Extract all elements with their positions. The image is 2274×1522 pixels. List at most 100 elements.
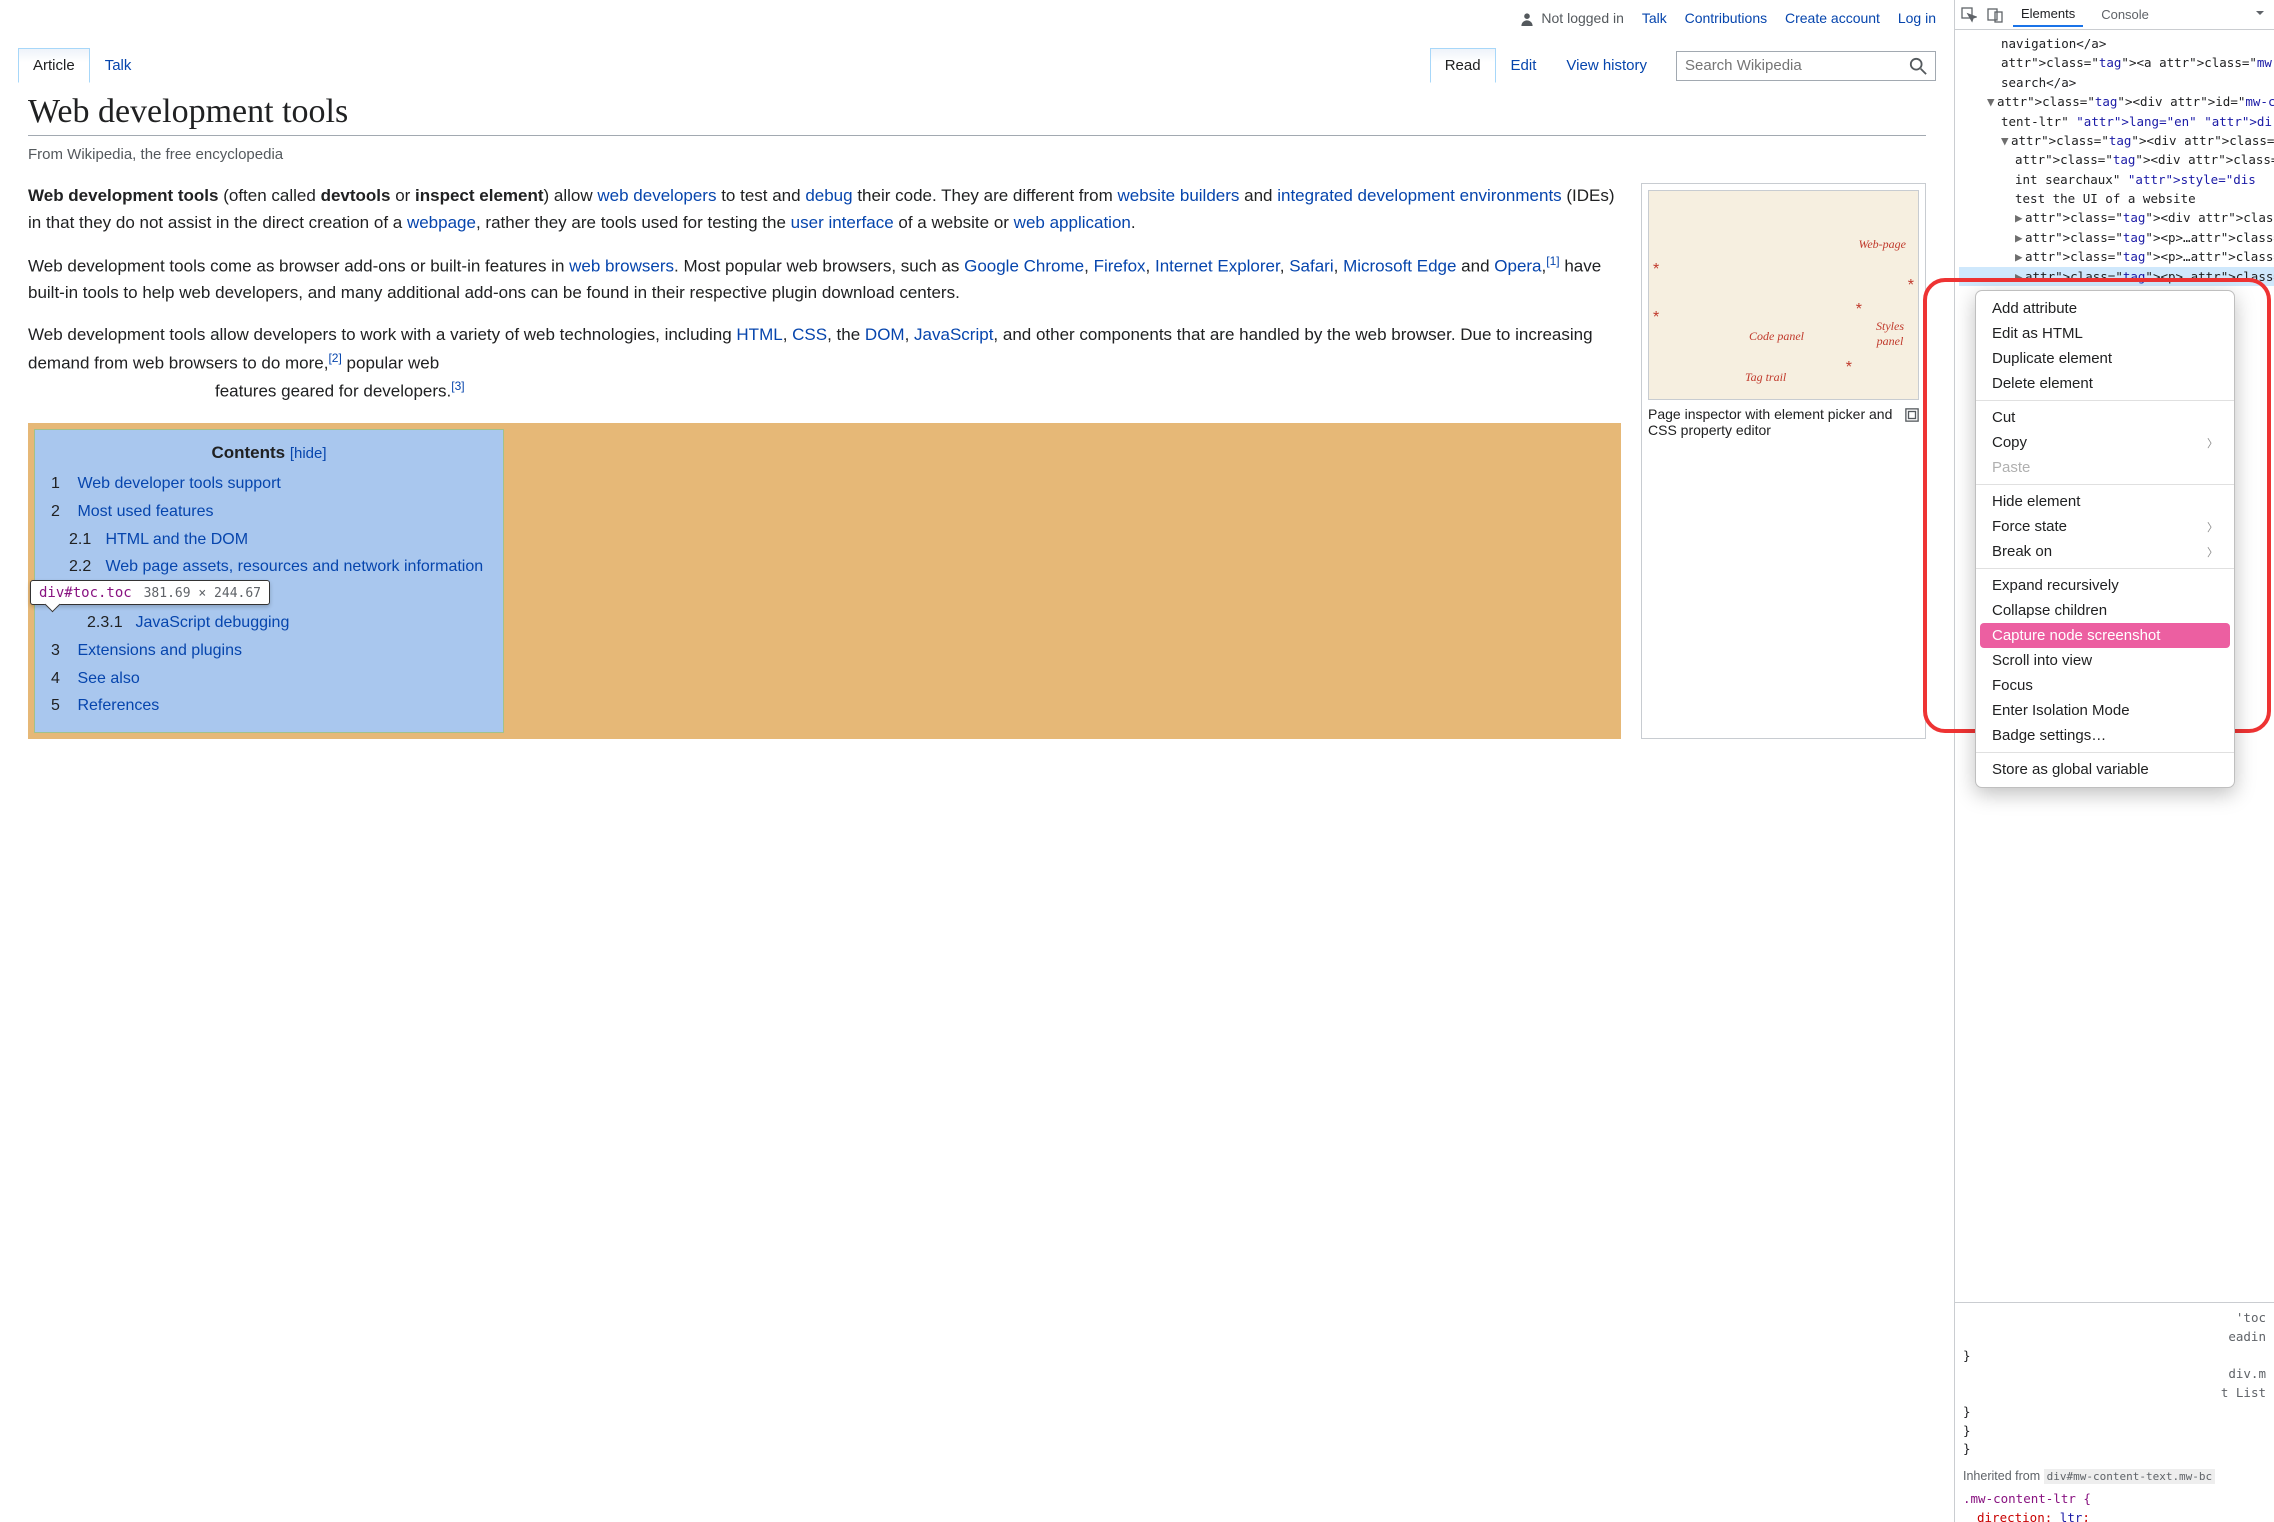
context-menu-item[interactable]: Store as global variable [1976, 757, 2234, 782]
link-edge[interactable]: Microsoft Edge [1343, 257, 1456, 276]
context-menu-item[interactable]: Copy〉 [1976, 430, 2234, 455]
not-logged-in-label: Not logged in [1541, 10, 1624, 26]
dom-tree-line[interactable]: search</a> [1959, 73, 2274, 92]
search-box[interactable] [1676, 51, 1936, 81]
toc-item[interactable]: 4 See also [51, 667, 487, 692]
article-text: Web development tools (often called devt… [28, 183, 1621, 739]
toc-item[interactable]: 2.2 Web page assets, resources and netwo… [51, 555, 487, 580]
content-area: Web development tools From Wikipedia, th… [0, 93, 1954, 739]
toc-heading: Contents [hide] [51, 440, 487, 466]
link-firefox[interactable]: Firefox [1094, 257, 1146, 276]
link-web-application[interactable]: web application [1014, 213, 1131, 232]
context-menu-item[interactable]: Badge settings… [1976, 723, 2234, 748]
dom-tree-line[interactable]: ▶attr">class="tag"><p>…attr">class="tag"… [1959, 267, 2274, 286]
link-ie[interactable]: Internet Explorer [1155, 257, 1280, 276]
search-input[interactable] [1685, 57, 1909, 74]
link-opera[interactable]: Opera [1494, 257, 1541, 276]
thumbnail-caption: Page inspector with element picker and C… [1648, 406, 1899, 438]
dom-tree-line[interactable]: tent-ltr" "attr">lang="en" "attr">dir="l… [1959, 112, 2274, 131]
link-user-interface[interactable]: user interface [791, 213, 894, 232]
toc-item[interactable]: 2.3.1 JavaScript debugging [51, 611, 487, 636]
user-bar: Not logged in Talk Contributions Create … [0, 0, 1954, 26]
userbar-link-contributions[interactable]: Contributions [1685, 10, 1768, 26]
userbar-link-talk[interactable]: Talk [1642, 10, 1667, 26]
link-google-chrome[interactable]: Google Chrome [964, 257, 1084, 276]
styles-frag-1: 'toc [1963, 1309, 2266, 1328]
search-icon[interactable] [1909, 57, 1927, 75]
styles-pane[interactable]: 'toc eadin } div.m t List } } } Inherite… [1955, 1302, 2274, 1522]
namespace-tabs: Article Talk [18, 48, 146, 83]
context-menu-item[interactable]: Expand recursively [1976, 573, 2234, 598]
ref-1[interactable]: [1] [1546, 254, 1559, 268]
context-menu-item[interactable]: Hide element [1976, 489, 2234, 514]
wikipedia-page: Not logged in Talk Contributions Create … [0, 0, 1954, 1522]
dom-tree-line[interactable]: test the UI of a website [1959, 189, 2274, 208]
context-menu-item[interactable]: Duplicate element [1976, 346, 2234, 371]
expand-icon[interactable] [1905, 408, 1919, 422]
dom-tree-line[interactable]: ▶attr">class="tag"><div attr">class="thu… [1959, 208, 2274, 227]
tab-edit[interactable]: Edit [1496, 48, 1552, 83]
styles-frag-4: t List [1963, 1384, 2266, 1403]
dom-tree-line[interactable]: ▶attr">class="tag"><p>…attr">class="tag"… [1959, 247, 2274, 266]
link-debug[interactable]: debug [805, 186, 852, 205]
dom-tree-line[interactable]: attr">class="tag"><div attr">class="shor… [1959, 150, 2274, 169]
tab-talk[interactable]: Talk [90, 48, 147, 83]
paragraph-3: Web development tools allow developers t… [28, 322, 1621, 404]
link-css[interactable]: CSS [792, 325, 827, 344]
devtools-tab-console[interactable]: Console [2093, 3, 2157, 26]
tab-article[interactable]: Article [18, 48, 90, 83]
thumbnail-image[interactable]: Web-page Code panel Styles panel Tag tra… [1648, 190, 1919, 400]
context-menu-item: Paste [1976, 455, 2234, 480]
userbar-link-log-in[interactable]: Log in [1898, 10, 1936, 26]
inherited-selector[interactable]: div#mw-content-text.mw-bc [2044, 1469, 2216, 1484]
dom-tree-line[interactable]: int searchaux" "attr">style="dis [1959, 170, 2274, 189]
toc-item[interactable]: 2.1 HTML and the DOM [51, 528, 487, 553]
styles-frag-3: div.m [1963, 1365, 2266, 1384]
link-dom[interactable]: DOM [865, 325, 905, 344]
inspector-tooltip: div#toc.toc 381.69 × 244.67 [30, 580, 270, 605]
toc-toggle[interactable]: [hide] [290, 445, 327, 462]
context-menu-item[interactable]: Break on〉 [1976, 539, 2234, 564]
link-web-developers[interactable]: web developers [597, 186, 716, 205]
context-menu: Add attributeEdit as HTMLDuplicate eleme… [1975, 290, 2235, 788]
device-icon[interactable] [1987, 7, 2003, 23]
context-menu-item[interactable]: Delete element [1976, 371, 2234, 396]
thumb-label-styles: Styles panel [1868, 319, 1912, 349]
dom-tree-line[interactable]: navigation</a> [1959, 34, 2274, 53]
styles-brace: } [1963, 1440, 2266, 1459]
css-prop[interactable]: direction: ltr; [1977, 1509, 2266, 1522]
toc-item[interactable]: 5 References [51, 694, 487, 719]
context-menu-item[interactable]: Enter Isolation Mode [1976, 698, 2234, 723]
devtools-more-icon[interactable] [2252, 5, 2268, 24]
link-webpage[interactable]: webpage [407, 213, 476, 232]
context-menu-item[interactable]: Edit as HTML [1976, 321, 2234, 346]
dom-tree-line[interactable]: ▼attr">class="tag"><div attr">class="mw-… [1959, 131, 2274, 150]
context-menu-item[interactable]: Collapse children [1976, 598, 2234, 623]
dom-tree-line[interactable]: attr">class="tag"><a attr">class="mw-jum… [1959, 53, 2274, 72]
context-menu-item[interactable]: Add attribute [1976, 296, 2234, 321]
devtools-tab-elements[interactable]: Elements [2013, 2, 2083, 27]
tab-read[interactable]: Read [1430, 48, 1496, 83]
link-javascript[interactable]: JavaScript [914, 325, 993, 344]
link-ide[interactable]: integrated development environments [1277, 186, 1561, 205]
toc-item[interactable]: 3 Extensions and plugins [51, 639, 487, 664]
link-web-browsers[interactable]: web browsers [569, 257, 674, 276]
link-safari[interactable]: Safari [1289, 257, 1333, 276]
toc-item[interactable]: 1 Web developer tools support [51, 472, 487, 497]
userbar-link-create-account[interactable]: Create account [1785, 10, 1880, 26]
tab-view-history[interactable]: View history [1551, 48, 1662, 83]
paragraph-1: Web development tools (often called devt… [28, 183, 1621, 236]
ref-2[interactable]: [2] [328, 351, 341, 365]
inspect-icon[interactable] [1961, 7, 1977, 23]
context-menu-item[interactable]: Cut [1976, 405, 2234, 430]
link-html[interactable]: HTML [736, 325, 782, 344]
toc-item[interactable]: 2 Most used features [51, 500, 487, 525]
dom-tree-line[interactable]: ▼attr">class="tag"><div attr">id="mw-con… [1959, 92, 2274, 111]
context-menu-item[interactable]: Capture node screenshot [1980, 623, 2230, 648]
context-menu-item[interactable]: Force state〉 [1976, 514, 2234, 539]
context-menu-item[interactable]: Scroll into view [1976, 648, 2234, 673]
context-menu-item[interactable]: Focus [1976, 673, 2234, 698]
ref-3[interactable]: [3] [451, 379, 464, 393]
dom-tree-line[interactable]: ▶attr">class="tag"><p>…attr">class="tag"… [1959, 228, 2274, 247]
link-website-builders[interactable]: website builders [1118, 186, 1240, 205]
